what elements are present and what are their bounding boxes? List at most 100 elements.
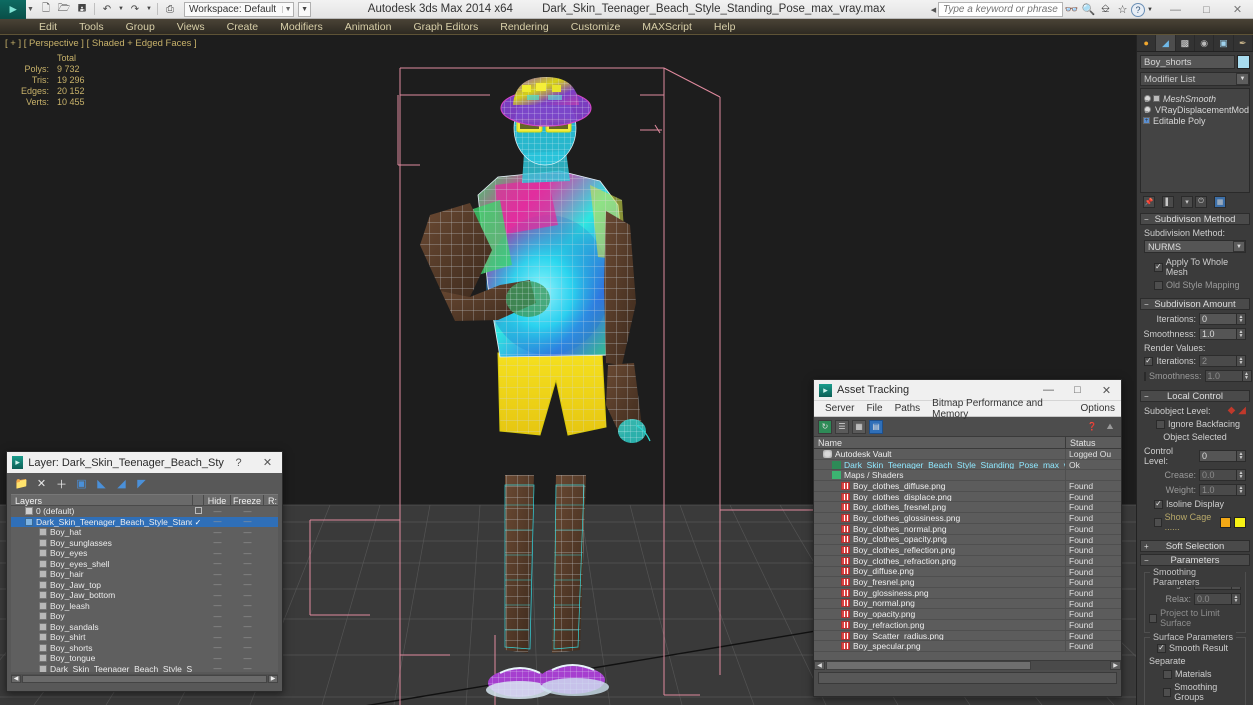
app-logo-icon[interactable]: ▸ [0, 0, 26, 19]
undo-icon[interactable]: ↶ [99, 2, 115, 17]
control-level-input[interactable] [1199, 450, 1237, 462]
layer-row-freeze-cell[interactable]: — [231, 559, 264, 568]
column-header-render[interactable]: R: [264, 495, 278, 506]
asset-row[interactable]: Boy_diffuse.png Found [814, 566, 1121, 578]
asset-row[interactable]: Boy_normal.png Found [814, 598, 1121, 610]
chevron-down-icon[interactable]: ▼ [1236, 73, 1249, 85]
layer-row-name-cell[interactable]: Boy_eyes [11, 548, 192, 558]
layer-row-name-cell[interactable]: Boy_hat [11, 527, 192, 537]
set-key-icon[interactable]: ⎙ [162, 2, 178, 17]
rollout-local-control-header[interactable]: − Local Control [1140, 390, 1250, 402]
menu-rendering[interactable]: Rendering [489, 19, 559, 35]
layer-row-freeze-cell[interactable]: — [231, 538, 264, 547]
menu-graph-editors[interactable]: Graph Editors [402, 19, 489, 35]
at-menu-server[interactable]: Server [819, 403, 860, 414]
layer-row[interactable]: Boy_shorts — — [11, 643, 278, 654]
layer-row-freeze-cell[interactable]: — [231, 591, 264, 600]
asset-row[interactable]: Boy_fresnel.png Found [814, 577, 1121, 588]
workspace-selector[interactable]: Workspace: Default ▼ [184, 1, 295, 17]
layer-row-freeze-cell[interactable]: — [231, 580, 264, 589]
ignore-backfacing-checkbox[interactable] [1156, 419, 1165, 429]
select-layer-icon[interactable]: ◤ [135, 477, 148, 490]
smoothing-groups-checkbox[interactable] [1163, 687, 1172, 697]
spinner-arrows-icon-7[interactable]: ▲ ▼ [1237, 484, 1246, 496]
spinner-arrows-icon-6[interactable]: ▲ ▼ [1237, 469, 1246, 481]
object-name-field[interactable]: Boy_shorts [1140, 55, 1235, 69]
redo-icon[interactable]: ↷ [127, 2, 143, 17]
magnifier-icon[interactable]: 🔍 [1080, 3, 1097, 16]
layer-row-name-cell[interactable]: Boy_leash [11, 601, 192, 611]
pin-stack-icon[interactable]: 📌 [1143, 196, 1155, 208]
scroll-left-icon[interactable]: ◀ [814, 661, 825, 670]
layer-row-hide-cell[interactable]: — [204, 601, 231, 610]
layer-row-freeze-cell[interactable]: — [231, 612, 264, 621]
layer-row[interactable]: Boy_sunglasses — — [11, 538, 278, 549]
asset-tracking-list[interactable]: Autodesk Vault Logged Ou Dark_Skin_Teenage… [814, 449, 1121, 660]
asset-row-name-cell[interactable]: Autodesk Vault [814, 449, 1066, 459]
stack-item-vraydisplacement[interactable]: VRayDisplacementMod [1141, 104, 1249, 115]
asset-row[interactable]: Maps / Shaders [814, 470, 1121, 482]
asset-row[interactable]: Boy_clothes_opacity.png Found [814, 534, 1121, 546]
spinner-arrows-icon-4[interactable]: ▲ ▼ [1242, 370, 1252, 382]
motion-tab[interactable]: ◉ [1195, 35, 1215, 51]
plus-box-icon[interactable]: + [1143, 117, 1150, 124]
layer-row-check[interactable]: ✓ [192, 517, 204, 527]
edge-subobject-icon[interactable]: ◢ [1238, 405, 1246, 416]
app-menu-caret-icon[interactable]: ▼ [26, 6, 35, 13]
collapse-icon-3[interactable]: − [1144, 392, 1149, 401]
asset-row[interactable]: Boy_clothes_glossiness.png Found [814, 513, 1121, 524]
layer-row-freeze-cell[interactable]: — [231, 654, 264, 663]
scroll-thumb[interactable] [826, 661, 1031, 670]
layer-row-hide-cell[interactable]: — [204, 507, 231, 516]
asset-row-name-cell[interactable]: Boy_clothes_glossiness.png [814, 513, 1066, 523]
layer-scroll-left-icon[interactable]: ◀ [11, 674, 21, 683]
menu-tools[interactable]: Tools [68, 19, 115, 35]
apply-whole-mesh-checkbox[interactable] [1154, 262, 1163, 272]
old-style-mapping-row[interactable]: Old Style Mapping [1144, 280, 1246, 290]
menu-maxscript[interactable]: MAXScript [631, 19, 703, 35]
render-iterations-checkbox[interactable] [1144, 356, 1153, 366]
render-iterations-spinner[interactable]: ▲▼ [1199, 355, 1246, 367]
weight-input[interactable] [1199, 484, 1237, 496]
menu-modifiers[interactable]: Modifiers [269, 19, 334, 35]
column-header-freeze[interactable]: Freeze [231, 495, 264, 506]
asset-row-name-cell[interactable]: Boy_specular.png [814, 641, 1066, 652]
modify-tab[interactable]: ◢ [1156, 35, 1176, 51]
layer-row-freeze-cell[interactable]: — [231, 507, 264, 516]
layer-hscrollbar[interactable]: ◀ ▶ [11, 674, 278, 683]
layer-row[interactable]: Boy_eyes_shell — — [11, 559, 278, 570]
layer-row[interactable]: Boy_leash — — [11, 601, 278, 612]
create-layer-icon[interactable]: 📁 [15, 477, 29, 490]
asset-row[interactable]: Boy_clothes_displace.png Found [814, 491, 1121, 503]
flyout-icon[interactable]: ⎒ [1097, 3, 1114, 16]
create-tab[interactable]: ● [1137, 35, 1157, 51]
render-smoothness-input[interactable] [1204, 370, 1243, 382]
layer-window[interactable]: ▸ Layer: Dark_Skin_Teenager_Beach_Style_… [6, 451, 283, 692]
scroll-right-icon[interactable]: ▶ [1110, 661, 1121, 670]
rollout-subdivision-amount-header[interactable]: − Subdivison Amount [1140, 298, 1250, 310]
layer-row-name-cell[interactable]: Boy [11, 611, 192, 621]
layer-row[interactable]: Boy_Jaw_top — — [11, 580, 278, 591]
layer-row[interactable]: Boy — — [11, 611, 278, 622]
rollout-subdivision-method-header[interactable]: − Subdivison Method [1140, 213, 1250, 225]
at-menu-paths[interactable]: Paths [889, 403, 927, 414]
asset-row[interactable]: Boy_glossiness.png Found [814, 587, 1121, 599]
object-color-swatch[interactable] [1237, 55, 1250, 69]
cage-color-swatch-1[interactable] [1219, 516, 1232, 528]
search-collapse-icon[interactable]: ◀ [929, 6, 938, 14]
layer-row-name-cell[interactable]: Boy_Jaw_bottom [11, 590, 192, 600]
layer-row-freeze-cell[interactable]: — [231, 643, 264, 652]
menu-edit[interactable]: Edit [28, 19, 68, 35]
relax-spinner[interactable]: ▲▼ [1194, 593, 1241, 605]
control-level-spinner[interactable]: ▲▼ [1199, 450, 1246, 462]
layer-row[interactable]: Boy_shirt — — [11, 632, 278, 643]
weight-spinner[interactable]: ▲▼ [1199, 484, 1246, 496]
column-header-status[interactable]: Status [1066, 437, 1121, 448]
materials-row[interactable]: Materials [1149, 669, 1241, 679]
stack-item-meshsmooth[interactable]: MeshSmooth [1141, 93, 1249, 104]
highlight-icon[interactable]: ◣ [95, 477, 108, 490]
expand-box-icon[interactable] [1153, 95, 1160, 102]
layer-row-name-cell[interactable]: Boy_sandals [11, 622, 192, 632]
layer-row-hide-cell[interactable]: — [204, 517, 231, 526]
at-menu-file[interactable]: File [860, 403, 888, 414]
